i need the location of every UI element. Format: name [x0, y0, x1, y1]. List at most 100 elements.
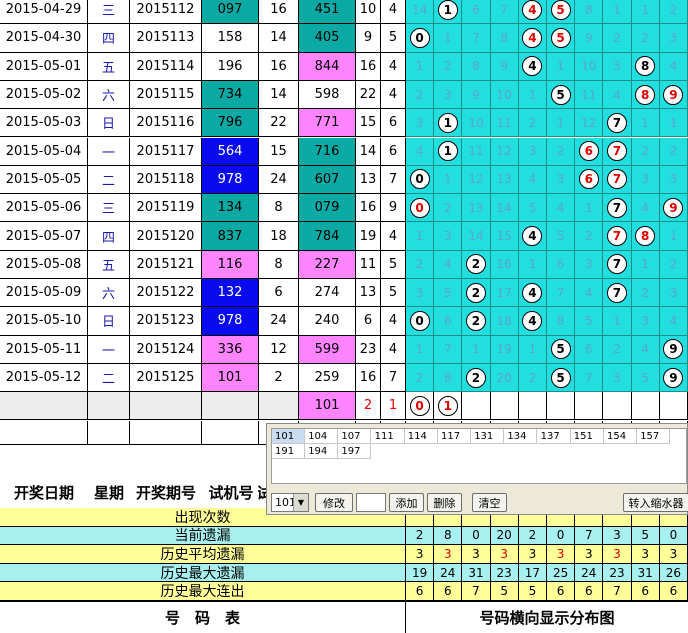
- number-ball: 5: [550, 27, 571, 48]
- cell-date: 2015-05-06: [0, 194, 88, 223]
- cell-span: 10: [356, 0, 381, 25]
- dist-cell: 4: [547, 194, 576, 223]
- dist-cell: 1: [659, 222, 688, 251]
- dist-cell: 4: [518, 222, 547, 251]
- picker-number[interactable]: 197: [338, 444, 372, 459]
- cell-sum: 6: [259, 279, 299, 308]
- cell-period: 2015118: [130, 165, 202, 195]
- stat-value: 6: [660, 582, 688, 600]
- dist-cell: 9: [462, 80, 491, 110]
- header-period: 开奖期号: [135, 483, 196, 502]
- dist-cell: 1: [518, 250, 547, 279]
- cell-span: 13: [356, 165, 381, 195]
- picker-number[interactable]: 194: [305, 444, 339, 459]
- delete-button[interactable]: 删除: [427, 493, 462, 512]
- picker-number[interactable]: 151: [570, 429, 604, 444]
- dist-cell: 5: [547, 24, 576, 53]
- next-dist-cell: [547, 392, 576, 421]
- dist-cell: 11: [462, 137, 491, 166]
- cell-sum: 16: [259, 0, 299, 25]
- picker-number[interactable]: 101: [272, 429, 305, 444]
- dist-cell: 2: [575, 222, 604, 251]
- cell-n: 4: [381, 80, 406, 110]
- cell-win: 274: [299, 279, 356, 308]
- cell-n: 7: [381, 363, 406, 393]
- stat-row: 历史最大遗漏 19 24 31 23 17 25 24 23 31 26: [0, 563, 688, 583]
- cell-span: 6: [356, 307, 381, 336]
- stat-value: 23: [491, 563, 519, 582]
- dist-cell: 4: [518, 279, 547, 308]
- dist-cell: 1: [659, 109, 688, 138]
- dist-cell: 4: [575, 279, 604, 308]
- add-button[interactable]: 添加: [389, 493, 424, 512]
- dist-cell: 4: [434, 250, 463, 279]
- transfer-to-filter-button[interactable]: 转入缩水器: [623, 493, 688, 512]
- dist-cell: 1: [603, 0, 632, 25]
- dist-cell: 18: [490, 307, 519, 336]
- picker-number[interactable]: 191: [272, 444, 305, 459]
- picker-number[interactable]: 131: [471, 429, 505, 444]
- stat-row: 当前遗漏 2 8 0 20 2 0 7 3 5 0: [0, 526, 688, 546]
- picker-number[interactable]: 111: [371, 429, 405, 444]
- number-ball: 7: [606, 169, 627, 190]
- dist-cell: 1: [547, 109, 576, 138]
- picker-number[interactable]: 114: [404, 429, 438, 444]
- cell-period: 2015120: [130, 222, 202, 251]
- dist-cell: 2: [462, 279, 491, 308]
- number-select[interactable]: 101 ▼: [271, 493, 309, 512]
- number-input[interactable]: [356, 493, 386, 512]
- stat-value: 6: [575, 582, 604, 600]
- dist-cell: 9: [490, 52, 519, 81]
- dist-cell: 2: [603, 335, 632, 364]
- cell-sum: 15: [259, 137, 299, 166]
- picker-number[interactable]: 137: [537, 429, 571, 444]
- dist-cell: 3: [659, 279, 688, 308]
- stat-value: 6: [547, 582, 576, 600]
- stat-value: 5: [491, 582, 519, 600]
- stat-label: 历史最大遗漏: [0, 563, 406, 582]
- cell-trial: 132: [202, 279, 259, 308]
- cell-period: 2015124: [130, 335, 202, 364]
- cell-win: 240: [299, 307, 356, 336]
- picker-number[interactable]: 104: [305, 429, 339, 444]
- blank-cell: [0, 420, 88, 445]
- stat-value: 3: [603, 545, 632, 563]
- dist-cell: 1: [462, 335, 491, 364]
- dist-cell: 1: [631, 250, 660, 279]
- cell-weekday: 四: [88, 24, 130, 53]
- dist-cell: 7: [603, 137, 632, 166]
- cell-trial: 116: [202, 250, 259, 279]
- number-ball: 2: [465, 254, 486, 275]
- dist-cell: 1: [434, 24, 463, 53]
- cell-sum: 24: [259, 307, 299, 336]
- number-ball: 7: [606, 197, 627, 218]
- cell-period: 2015112: [130, 0, 202, 25]
- cell-win: 227: [299, 250, 356, 279]
- next-cell-weekday: [88, 392, 130, 421]
- cell-trial: 336: [202, 335, 259, 364]
- cell-n: 6: [381, 109, 406, 138]
- number-ball: 7: [606, 254, 627, 275]
- dist-cell: 0: [406, 194, 435, 223]
- dist-cell: 5: [631, 363, 660, 393]
- cell-n: 4: [381, 307, 406, 336]
- picker-number[interactable]: 107: [338, 429, 372, 444]
- picker-number[interactable]: 117: [438, 429, 471, 444]
- dist-cell: 10: [490, 80, 519, 110]
- number-ball: 2: [465, 310, 486, 331]
- dist-cell: 2: [547, 137, 576, 166]
- next-cell-win: 101: [299, 392, 356, 421]
- next-dist-cell: [462, 392, 491, 421]
- number-grid[interactable]: 101 104 107 111 114 117 131 134 137 151 154 157 191 1…: [271, 428, 687, 484]
- cell-span: 16: [356, 52, 381, 81]
- picker-number[interactable]: 157: [637, 429, 671, 444]
- clear-button[interactable]: 清空: [472, 493, 507, 512]
- stat-value: 23: [603, 563, 632, 582]
- number-ball: 0: [409, 27, 430, 48]
- number-ball: 2: [465, 367, 486, 388]
- chevron-down-icon[interactable]: ▼: [293, 494, 308, 511]
- picker-number[interactable]: 134: [504, 429, 538, 444]
- next-dist-cell: 0: [406, 392, 435, 421]
- edit-button[interactable]: 修改: [315, 493, 353, 512]
- picker-number[interactable]: 154: [604, 429, 637, 444]
